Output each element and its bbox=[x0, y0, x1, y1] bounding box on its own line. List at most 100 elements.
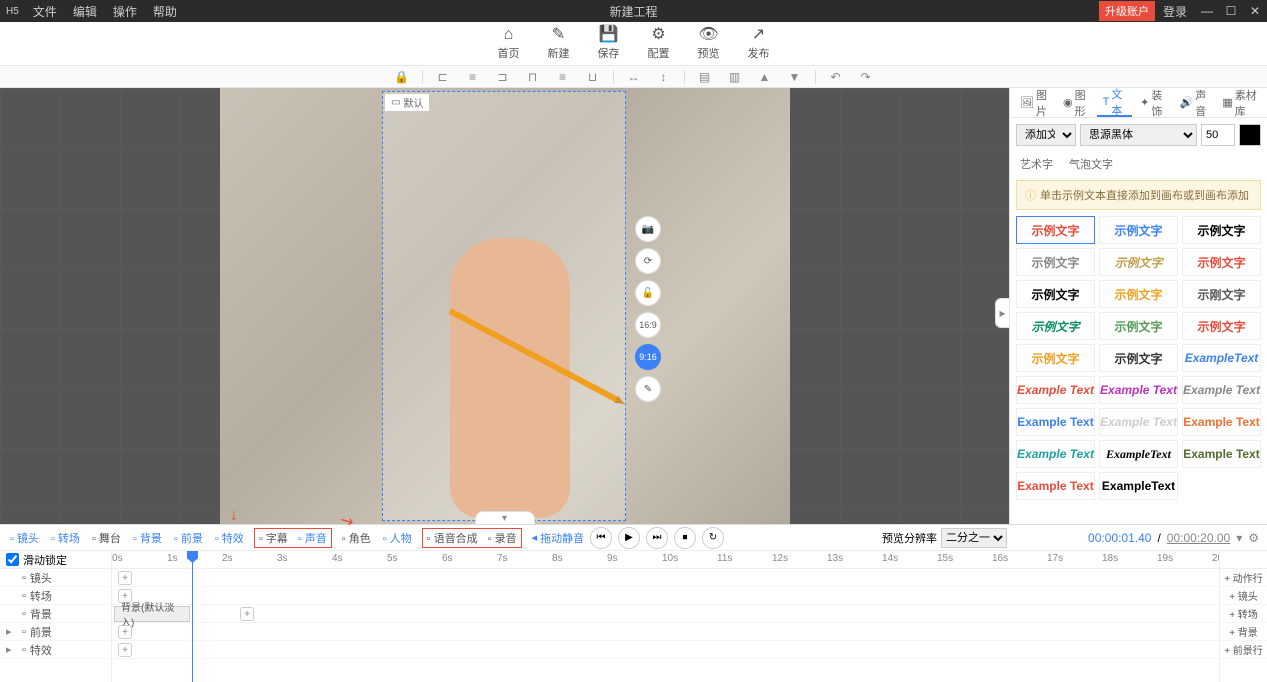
text-sample-1[interactable]: 示例文字 bbox=[1099, 216, 1178, 244]
prev-button[interactable]: ⏮ bbox=[590, 527, 612, 549]
order-back-icon[interactable]: ▥ bbox=[725, 68, 745, 86]
text-sample-9[interactable]: 示例文字 bbox=[1016, 312, 1095, 340]
maximize-button[interactable]: ☐ bbox=[1219, 4, 1243, 18]
toolbar-3[interactable]: ⚙配置 bbox=[648, 27, 670, 61]
tl-btn-tl-tb1-1[interactable]: ▫ 转场 bbox=[49, 530, 82, 546]
order-up-icon[interactable]: ▲ bbox=[755, 68, 775, 86]
tl-btn-tl-tb2-1[interactable]: ▫ 人物 bbox=[381, 530, 414, 546]
bg-clip[interactable]: 背景(默认淡入) bbox=[114, 606, 190, 622]
subtab-art[interactable]: 艺术字 bbox=[1020, 156, 1053, 172]
text-sample-19[interactable]: Example Text bbox=[1099, 408, 1178, 436]
order-down-icon[interactable]: ▼ bbox=[785, 68, 805, 86]
subtab-bubble[interactable]: 气泡文字 bbox=[1069, 156, 1113, 172]
track-label-4[interactable]: ▸▫ 特效 bbox=[0, 641, 111, 659]
text-sample-3[interactable]: 示例文字 bbox=[1016, 248, 1095, 276]
text-sample-7[interactable]: 示例文字 bbox=[1099, 280, 1178, 308]
redo-icon[interactable]: ↷ bbox=[856, 68, 876, 86]
text-sample-12[interactable]: 示例文字 bbox=[1016, 344, 1095, 372]
panel-tab-2[interactable]: T文本 bbox=[1097, 89, 1132, 117]
camera-icon[interactable]: 📷 bbox=[635, 216, 661, 242]
text-sample-17[interactable]: Example Text bbox=[1182, 376, 1261, 404]
text-sample-14[interactable]: ExampleText bbox=[1182, 344, 1261, 372]
toolbar-2[interactable]: 💾保存 bbox=[598, 27, 620, 61]
expand-icon[interactable]: ▸ bbox=[6, 625, 18, 638]
login-button[interactable]: 登录 bbox=[1155, 3, 1195, 20]
panel-tab-1[interactable]: ◉图形 bbox=[1057, 89, 1095, 117]
add-track-2[interactable]: + 转场 bbox=[1220, 605, 1267, 623]
tl-btn-tl-hl1-1[interactable]: ▫ 声音 bbox=[296, 530, 329, 546]
font-select[interactable]: 思源黑体 bbox=[1080, 124, 1197, 146]
panel-tab-0[interactable]: 🖼图片 bbox=[1014, 89, 1055, 117]
text-sample-22[interactable]: ExampleText bbox=[1099, 440, 1178, 468]
ratio-16-9[interactable]: 16:9 bbox=[635, 312, 661, 338]
text-sample-10[interactable]: 示例文字 bbox=[1099, 312, 1178, 340]
playhead[interactable] bbox=[192, 551, 193, 682]
align-bottom-icon[interactable]: ⊔ bbox=[583, 68, 603, 86]
time-total[interactable]: 00:00:20.00 bbox=[1167, 531, 1230, 545]
track-label-1[interactable]: ▫ 转场 bbox=[0, 587, 111, 605]
track-label-2[interactable]: ▫ 背景 bbox=[0, 605, 111, 623]
distribute-h-icon[interactable]: ↔ bbox=[624, 68, 644, 86]
text-sample-4[interactable]: 示例文字 bbox=[1099, 248, 1178, 276]
text-sample-21[interactable]: Example Text bbox=[1016, 440, 1095, 468]
lock-checkbox[interactable] bbox=[6, 553, 19, 566]
text-sample-18[interactable]: Example Text bbox=[1016, 408, 1095, 436]
add-clip[interactable]: + bbox=[118, 571, 132, 585]
next-button[interactable]: ⏭ bbox=[646, 527, 668, 549]
align-right-icon[interactable]: ⊐ bbox=[493, 68, 513, 86]
close-button[interactable]: ✕ bbox=[1243, 4, 1267, 18]
time-ruler[interactable]: 0s1s2s3s4s5s6s7s8s9s10s11s12s13s14s15s16… bbox=[112, 551, 1219, 569]
expand-icon[interactable]: ▸ bbox=[6, 643, 18, 656]
align-center-h-icon[interactable]: ≡ bbox=[463, 68, 483, 86]
settings-icon[interactable]: ⚙ bbox=[1248, 531, 1259, 545]
panel-tab-5[interactable]: ▦素材库 bbox=[1216, 89, 1263, 117]
menu-edit[interactable]: 编辑 bbox=[65, 3, 105, 20]
track-label-0[interactable]: ▫ 镜头 bbox=[0, 569, 111, 587]
minimize-button[interactable]: — bbox=[1195, 4, 1219, 18]
toolbar-1[interactable]: ✎新建 bbox=[548, 27, 570, 61]
align-top-icon[interactable]: ⊓ bbox=[523, 68, 543, 86]
color-picker[interactable] bbox=[1239, 124, 1261, 146]
tl-btn-tl-tb1-5[interactable]: ▫ 特效 bbox=[213, 530, 246, 546]
panel-tab-3[interactable]: ✦装饰 bbox=[1134, 89, 1171, 117]
ratio-9-16[interactable]: 9:16 bbox=[635, 344, 661, 370]
lock-row[interactable]: 滑动锁定 bbox=[0, 551, 111, 569]
add-clip[interactable]: + bbox=[118, 625, 132, 639]
tl-btn-tl-tb1-3[interactable]: ▫ 背景 bbox=[131, 530, 164, 546]
text-sample-25[interactable]: ExampleText bbox=[1099, 472, 1178, 500]
track-1[interactable]: + bbox=[112, 587, 1219, 605]
text-sample-0[interactable]: 示例文字 bbox=[1016, 216, 1095, 244]
toolbar-5[interactable]: ↗发布 bbox=[748, 27, 770, 61]
align-middle-icon[interactable]: ≡ bbox=[553, 68, 573, 86]
tracks-area[interactable]: 0s1s2s3s4s5s6s7s8s9s10s11s12s13s14s15s16… bbox=[112, 551, 1219, 682]
add-text-select[interactable]: 添加文本 bbox=[1016, 124, 1076, 146]
order-front-icon[interactable]: ▤ bbox=[695, 68, 715, 86]
toolbar-4[interactable]: 👁预览 bbox=[698, 27, 720, 61]
pen-icon[interactable]: ✎ bbox=[635, 376, 661, 402]
align-left-icon[interactable]: ⊏ bbox=[433, 68, 453, 86]
track-0[interactable]: + bbox=[112, 569, 1219, 587]
toolbar-0[interactable]: ⌂首页 bbox=[498, 27, 520, 61]
track-4[interactable]: + bbox=[112, 641, 1219, 659]
refresh-icon[interactable]: ⟳ bbox=[635, 248, 661, 274]
drag-mute[interactable]: ◂ 拖动静音 bbox=[530, 530, 587, 546]
tl-btn-tl-tb1-0[interactable]: ▫ 镜头 bbox=[8, 530, 41, 546]
text-sample-20[interactable]: Example Text bbox=[1182, 408, 1261, 436]
stop-button[interactable]: ⏹ bbox=[674, 527, 696, 549]
tl-btn-tl-tb1-2[interactable]: ▫ 舞台 bbox=[90, 530, 123, 546]
text-sample-16[interactable]: Example Text bbox=[1099, 376, 1178, 404]
lock-icon[interactable]: 🔓 bbox=[635, 280, 661, 306]
side-tab[interactable]: ▸ bbox=[995, 298, 1009, 328]
text-sample-13[interactable]: 示例文字 bbox=[1099, 344, 1178, 372]
menu-help[interactable]: 帮助 bbox=[145, 3, 185, 20]
tl-btn-tl-hl1-0[interactable]: ▫ 字幕 bbox=[257, 530, 290, 546]
scale-select[interactable]: 二分之一 bbox=[941, 528, 1007, 548]
menu-file[interactable]: 文件 bbox=[25, 3, 65, 20]
tl-btn-tl-tb1-4[interactable]: ▫ 前景 bbox=[172, 530, 205, 546]
text-sample-24[interactable]: Example Text bbox=[1016, 472, 1095, 500]
font-size-input[interactable] bbox=[1201, 124, 1235, 146]
track-3[interactable]: + bbox=[112, 623, 1219, 641]
upgrade-button[interactable]: 升级账户 bbox=[1099, 1, 1155, 21]
lock-icon[interactable]: 🔒 bbox=[392, 68, 412, 86]
panel-tab-4[interactable]: 🔊声音 bbox=[1174, 89, 1215, 117]
